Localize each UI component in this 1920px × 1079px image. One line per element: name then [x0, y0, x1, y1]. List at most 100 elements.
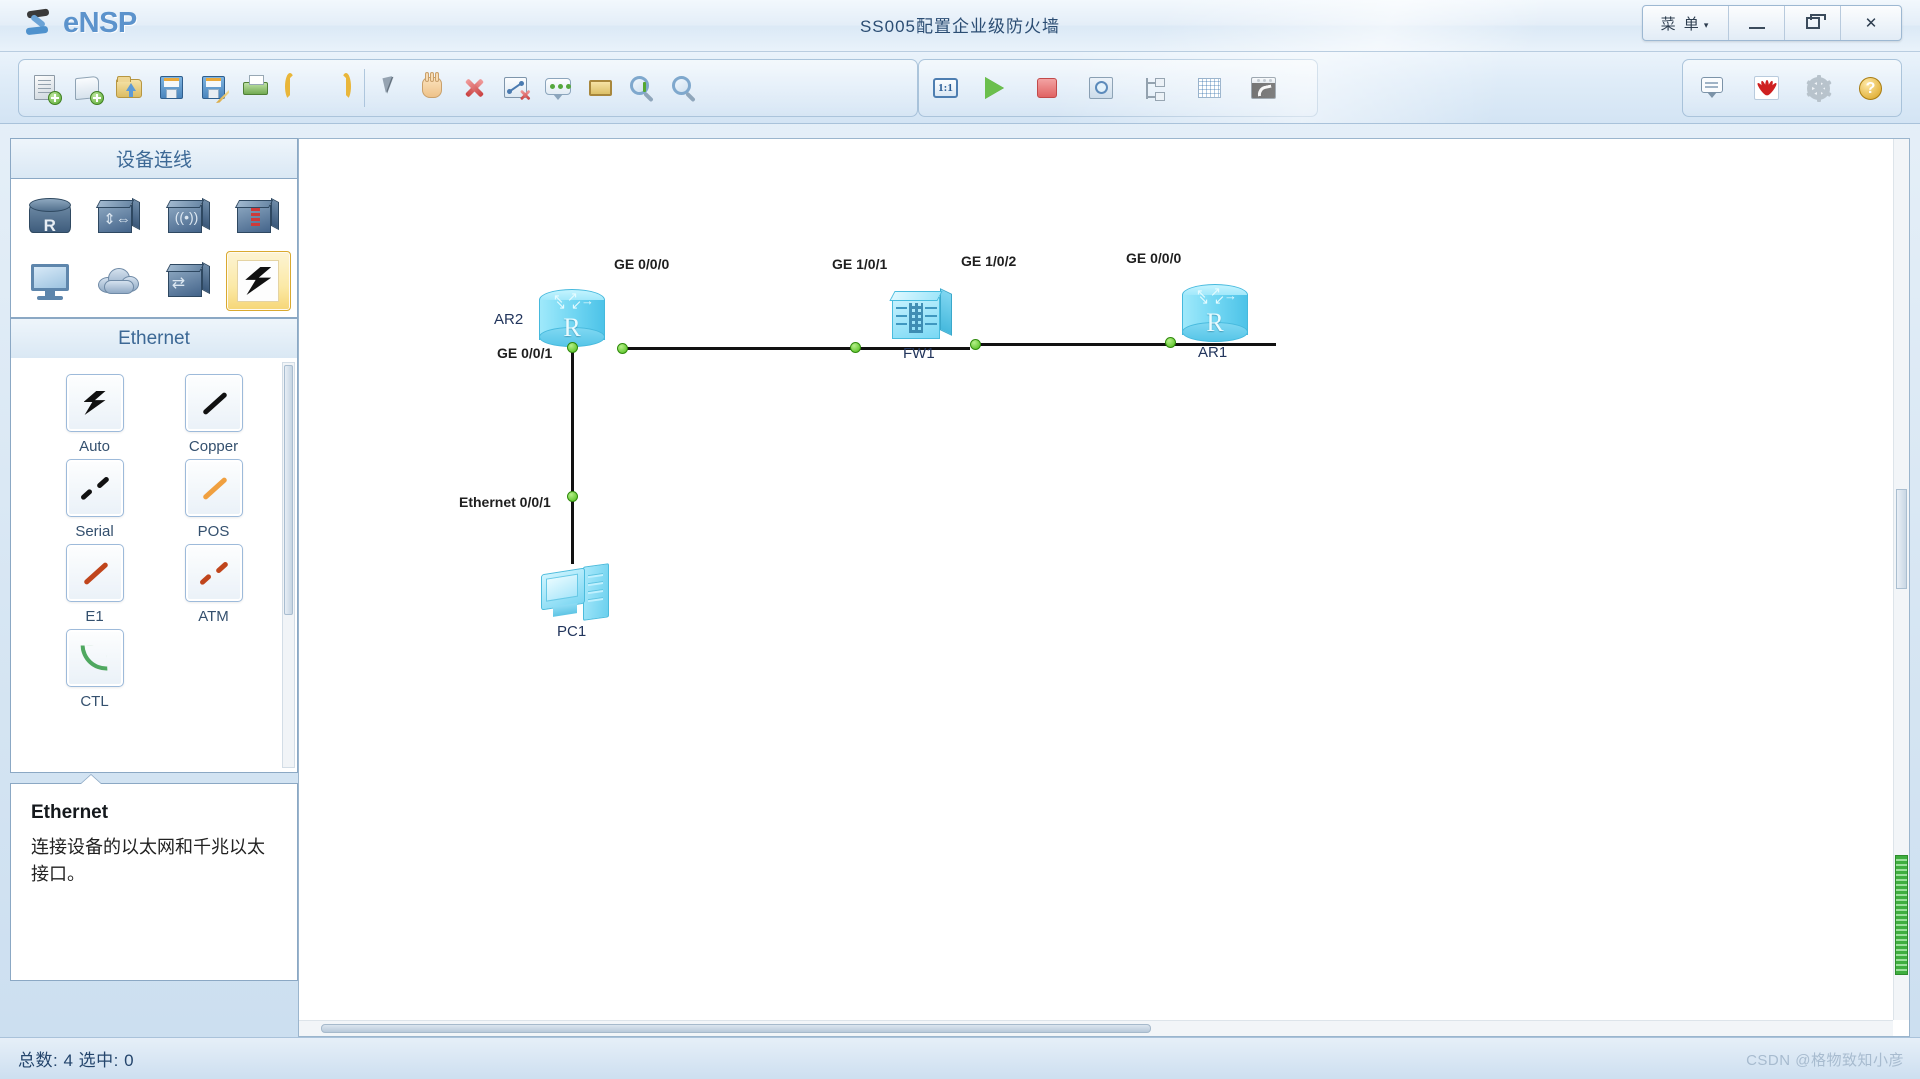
cable-auto-button[interactable]	[65, 374, 124, 432]
sidebar-item-cloud[interactable]	[87, 251, 153, 311]
stop-device-button[interactable]	[1020, 65, 1074, 111]
router-arrows-icon: ↖ ↗ ↘ ↙ →	[1196, 284, 1237, 307]
sidebar-item-device-connection[interactable]	[225, 251, 291, 311]
firewall-icon	[235, 197, 281, 237]
scrollbar-thumb[interactable]	[284, 365, 293, 615]
settings-button[interactable]	[1792, 65, 1844, 111]
console-window-button[interactable]	[1236, 65, 1290, 111]
router-arrows-icon: ↖ ↗ ↘ ↙ →	[553, 289, 594, 312]
cable-item-serial[interactable]: Serial	[35, 459, 154, 540]
redo-icon	[324, 73, 354, 103]
status-bar: 总数: 4 选中: 0 CSDN @格物致知小彦	[0, 1037, 1920, 1079]
cable-atm-button[interactable]	[184, 544, 243, 602]
help-button[interactable]: ?	[1844, 65, 1896, 111]
device-panel: 设备连线 R ⇕⇔ ((•)) ⇄ Ethernet Auto Copper S…	[10, 138, 298, 1036]
toolbar-group-help: ?	[1682, 59, 1902, 117]
sidebar-item-router[interactable]: R	[17, 187, 83, 247]
cable-e1-button[interactable]	[65, 544, 124, 602]
node-pc1[interactable]: PC1	[539, 561, 609, 640]
save-icon	[156, 73, 186, 103]
delete-button[interactable]	[453, 65, 495, 111]
add-note-button[interactable]	[537, 65, 579, 111]
close-button[interactable]: ✕	[1841, 6, 1901, 40]
console-window-icon	[1248, 73, 1278, 103]
add-shape-button[interactable]	[579, 65, 621, 111]
sidebar-item-switch[interactable]: ⇕⇔	[87, 187, 153, 247]
title-bar: eNSP SS005配置企业级防火墙 菜 单 ▾ ✕	[0, 0, 1920, 52]
link-status-dot-ar1-ge000	[1165, 337, 1176, 348]
cable-pos-icon	[197, 471, 231, 505]
zoom-reset-button[interactable]: 1:1	[924, 65, 966, 111]
cable-ctl-button[interactable]	[65, 629, 124, 687]
canvas-vertical-scrollbar[interactable]	[1893, 139, 1909, 1020]
cable-pos-button[interactable]	[184, 459, 243, 517]
pointer-tool-button[interactable]	[369, 65, 411, 111]
start-device-button[interactable]	[966, 65, 1020, 111]
node-ar2[interactable]: ↖ ↗ ↘ ↙ → R AR2	[494, 289, 605, 347]
grid-button[interactable]	[1182, 65, 1236, 111]
zoom-in-icon	[627, 73, 657, 103]
cable-item-e1[interactable]: E1	[35, 544, 154, 625]
new-scroll-button[interactable]	[66, 65, 108, 111]
new-topology-button[interactable]	[24, 65, 66, 111]
pan-tool-button[interactable]	[411, 65, 453, 111]
vertical-scrollbar-thumb[interactable]	[1896, 489, 1907, 589]
zoom-reset-icon: 1:1	[930, 73, 960, 103]
cable-item-copper[interactable]: Copper	[154, 374, 273, 455]
cable-serial-icon	[78, 471, 112, 505]
cable-item-ctl[interactable]: CTL	[35, 629, 154, 710]
cable-ctl-label: CTL	[80, 693, 109, 710]
open-button[interactable]	[108, 65, 150, 111]
ar1-router-icon: ↖ ↗ ↘ ↙ → R	[1182, 284, 1248, 342]
cable-palette-scrollbar[interactable]	[282, 362, 295, 768]
undo-button[interactable]	[276, 65, 318, 111]
sidebar-item-custom-device[interactable]: ⇄	[156, 251, 222, 311]
sidebar-item-endpoint[interactable]	[17, 251, 83, 311]
start-device-icon	[978, 73, 1008, 103]
new-scroll-icon	[72, 73, 104, 105]
new-topology-icon	[30, 73, 62, 105]
save-as-icon	[198, 73, 229, 103]
switch-icon: ⇕⇔	[96, 197, 142, 237]
zoom-out-button[interactable]	[663, 65, 705, 111]
zoom-in-button[interactable]	[621, 65, 663, 111]
cable-item-pos[interactable]: POS	[154, 459, 273, 540]
canvas-horizontal-scrollbar[interactable]	[299, 1020, 1893, 1036]
minimize-button[interactable]	[1729, 6, 1785, 40]
link-status-dot-fw1-ge1012	[970, 339, 981, 350]
topology-tree-button[interactable]	[1128, 65, 1182, 111]
huawei-button[interactable]	[1740, 65, 1792, 111]
cable-auto-label: Auto	[79, 438, 110, 455]
link-ar2-pc1[interactable]	[571, 349, 574, 564]
delete-connection-button[interactable]	[495, 65, 537, 111]
window-title: SS005配置企业级防火墙	[859, 17, 1061, 36]
chat-icon	[1699, 73, 1731, 103]
packet-capture-button[interactable]	[1074, 65, 1128, 111]
chat-button[interactable]	[1688, 65, 1740, 111]
cable-copper-button[interactable]	[184, 374, 243, 432]
save-as-button[interactable]	[192, 65, 234, 111]
iface-ar2-ge001-label: GE 0/0/1	[497, 345, 553, 361]
cable-serial-button[interactable]	[65, 459, 124, 517]
topology-canvas[interactable]: ↖ ↗ ↘ ↙ → R AR2 GE 0/0/0 FW1 GE 1/0/1 GE…	[299, 139, 1893, 1020]
maximize-button[interactable]	[1785, 6, 1841, 40]
node-ar1[interactable]: ↖ ↗ ↘ ↙ → R AR1	[1182, 284, 1248, 361]
cable-item-atm[interactable]: ATM	[154, 544, 273, 625]
print-button[interactable]	[234, 65, 276, 111]
menu-button[interactable]: 菜 单 ▾	[1643, 6, 1729, 40]
menu-button-label: 菜 单	[1660, 15, 1701, 33]
node-fw1[interactable]: FW1	[889, 287, 956, 362]
pointer-icon	[375, 73, 405, 103]
device-category-grid: R ⇕⇔ ((•)) ⇄	[10, 178, 298, 318]
cable-item-auto[interactable]: Auto	[35, 374, 154, 455]
cable-auto-icon	[83, 391, 106, 415]
topology-canvas-container: ↖ ↗ ↘ ↙ → R AR2 GE 0/0/0 FW1 GE 1/0/1 GE…	[298, 138, 1910, 1037]
sidebar-item-firewall[interactable]	[226, 187, 292, 247]
link-fw1-ar1[interactable]	[976, 343, 1276, 346]
horizontal-scrollbar-thumb[interactable]	[321, 1024, 1151, 1033]
save-button[interactable]	[150, 65, 192, 111]
huawei-logo-icon	[1751, 73, 1781, 103]
redo-button[interactable]	[318, 65, 360, 111]
grid-icon	[1194, 73, 1224, 103]
sidebar-item-wlan[interactable]: ((•))	[156, 187, 222, 247]
